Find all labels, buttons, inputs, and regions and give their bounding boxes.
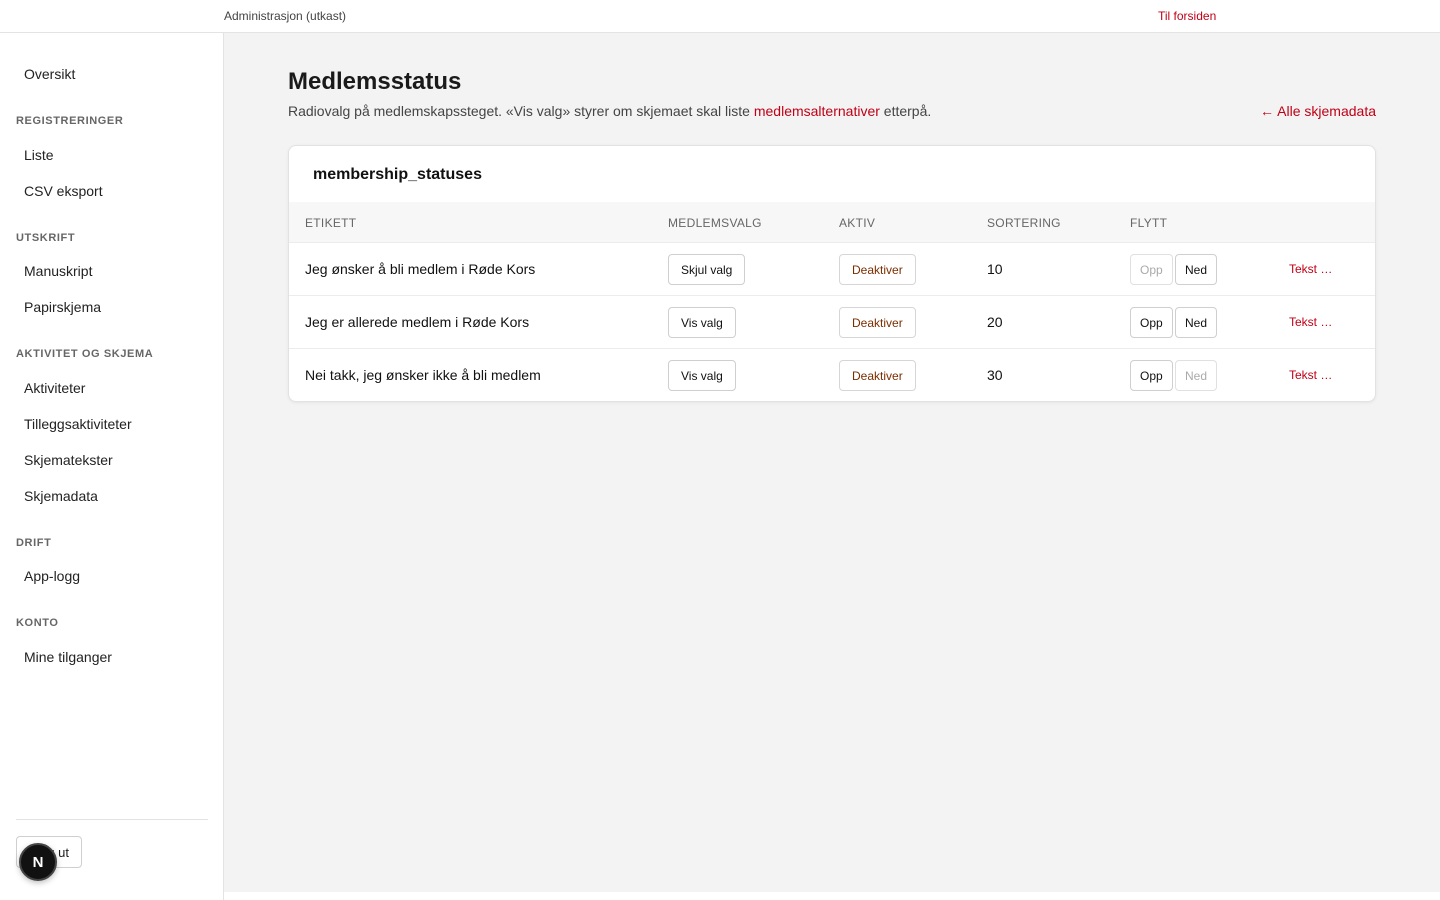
sidebar-section-registrations: REGISTRERINGER [16, 115, 124, 127]
row-label: Jeg ønsker å bli medlem i Røde Kors [305, 261, 536, 277]
next-dev-badge-icon[interactable]: N [19, 843, 57, 881]
show-choice-button[interactable]: Vis valg [668, 307, 736, 338]
sidebar-item-activities[interactable]: Aktiviteter [24, 380, 85, 396]
page-title: Medlemsstatus [288, 68, 462, 95]
move-up-button: Opp [1130, 254, 1173, 285]
top-bar: Administrasjon (utkast) Til forsiden [0, 0, 1440, 33]
sidebar-section-print: UTSKRIFT [16, 232, 76, 244]
table-row: Jeg ønsker å bli medlem i Røde Kors Skju… [289, 242, 1375, 295]
sort-value: 30 [987, 367, 1003, 383]
row-label: Jeg er allerede medlem i Røde Kors [305, 314, 530, 330]
main-content: Medlemsstatus Radiovalg på medlemskapsst… [224, 33, 1440, 892]
show-choice-button[interactable]: Vis valg [668, 360, 736, 391]
edit-text-link[interactable]: Tekst … [1289, 315, 1332, 329]
row-label: Nei takk, jeg ønsker ikke å bli medlem [305, 367, 541, 383]
deactivate-button[interactable]: Deaktiver [839, 307, 916, 338]
page-description: Radiovalg på medlemskapssteget. «Vis val… [288, 103, 931, 119]
sidebar: Oversikt REGISTRERINGER Liste CSV ekspor… [0, 33, 224, 900]
column-active: AKTIV [839, 216, 876, 230]
column-label: ETIKETT [305, 216, 357, 230]
sort-value: 20 [987, 314, 1003, 330]
sidebar-section-account: KONTO [16, 617, 59, 629]
sidebar-item-app-log[interactable]: App-logg [24, 568, 80, 584]
table-row: Nei takk, jeg ønsker ikke å bli medlem V… [289, 348, 1375, 401]
table-row: Jeg er allerede medlem i Røde Kors Vis v… [289, 295, 1375, 348]
sidebar-item-overview[interactable]: Oversikt [24, 66, 75, 82]
move-down-button: Ned [1175, 360, 1218, 391]
sidebar-section-activity: AKTIVITET OG SKJEMA [16, 348, 154, 360]
sidebar-item-csv-export[interactable]: CSV eksport [24, 183, 103, 199]
app-title: Administrasjon (utkast) [224, 9, 347, 23]
deactivate-button[interactable]: Deaktiver [839, 360, 916, 391]
sidebar-divider [16, 819, 208, 820]
sidebar-item-manuscript[interactable]: Manuskript [24, 263, 92, 279]
description-text: Radiovalg på medlemskapssteget. «Vis val… [288, 103, 754, 119]
move-down-button[interactable]: Ned [1175, 254, 1218, 285]
home-link[interactable]: Til forsiden [1158, 9, 1216, 23]
deactivate-button[interactable]: Deaktiver [839, 254, 916, 285]
column-move: FLYTT [1130, 216, 1168, 230]
edit-text-link[interactable]: Tekst … [1289, 262, 1332, 276]
back-to-form-data-link[interactable]: ← Alle skjemadata [1260, 103, 1376, 119]
hide-choice-button[interactable]: Skjul valg [668, 254, 746, 285]
sidebar-item-paper-form[interactable]: Papirskjema [24, 299, 101, 315]
sidebar-item-form-texts[interactable]: Skjematekster [24, 452, 113, 468]
column-sort: SORTERING [987, 216, 1061, 230]
membership-statuses-card: membership_statuses ETIKETT MEDLEMSVALG … [288, 145, 1376, 402]
move-up-button[interactable]: Opp [1130, 360, 1173, 391]
edit-text-link[interactable]: Tekst … [1289, 368, 1332, 382]
move-down-button[interactable]: Ned [1175, 307, 1218, 338]
column-member-choice: MEDLEMSVALG [668, 216, 762, 230]
move-up-button[interactable]: Opp [1130, 307, 1173, 338]
description-text-end: etterpå. [879, 103, 932, 119]
membership-alternatives-link[interactable]: medlemsalternativer [754, 103, 880, 119]
sidebar-item-form-data[interactable]: Skjemadata [24, 488, 98, 504]
sidebar-section-ops: DRIFT [16, 537, 52, 549]
sidebar-item-extra-activities[interactable]: Tilleggsaktiviteter [24, 416, 132, 432]
sidebar-item-my-access[interactable]: Mine tilganger [24, 649, 112, 665]
sidebar-item-list[interactable]: Liste [24, 147, 54, 163]
table-title: membership_statuses [313, 166, 482, 183]
table-header: ETIKETT MEDLEMSVALG AKTIV SORTERING FLYT… [289, 202, 1375, 242]
sort-value: 10 [987, 261, 1003, 277]
